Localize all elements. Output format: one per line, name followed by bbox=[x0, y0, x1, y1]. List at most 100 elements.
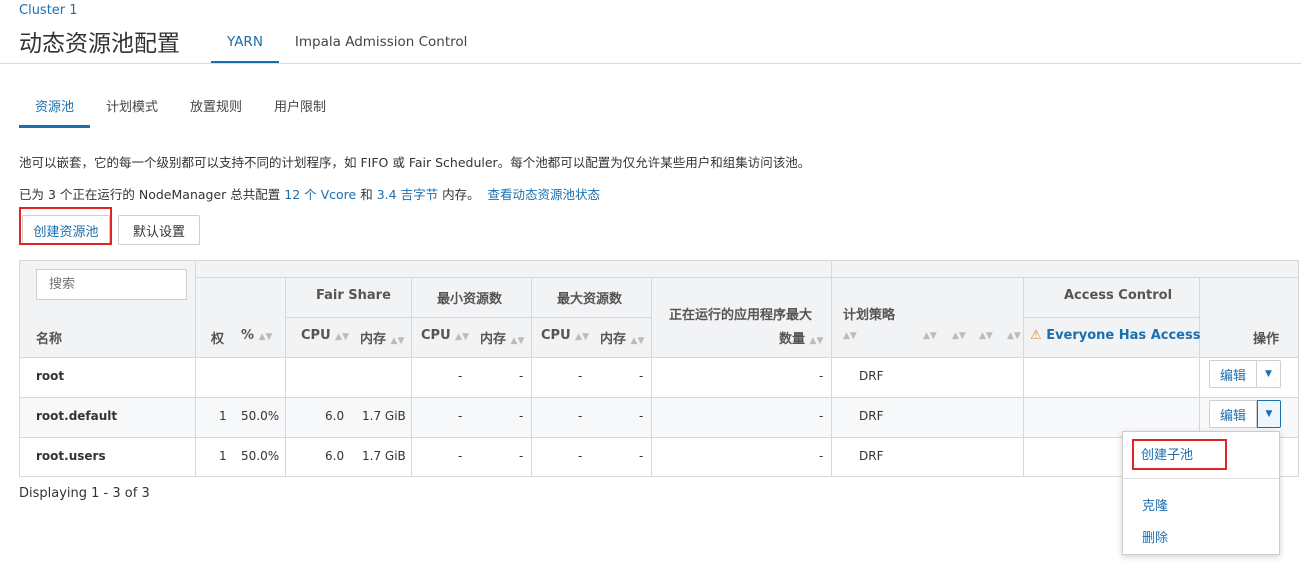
row-default-weight: 1 bbox=[219, 409, 227, 423]
header-max-mem-label: 内存 bbox=[600, 332, 627, 347]
col-line bbox=[411, 277, 412, 477]
summary-and: 和 bbox=[360, 187, 373, 202]
tab-impala-admission-control[interactable]: Impala Admission Control bbox=[279, 28, 483, 64]
header-percent[interactable]: % ▲▼ bbox=[241, 328, 272, 343]
row-users-policy: DRF bbox=[859, 449, 884, 463]
header-min-mem[interactable]: 内存 ▲▼ bbox=[480, 328, 524, 347]
col-line bbox=[531, 277, 532, 477]
memory-link[interactable]: 3.4 吉字节 bbox=[377, 187, 438, 202]
sort-icon[interactable]: ▲▼ bbox=[631, 336, 645, 346]
default-settings-button[interactable]: 默认设置 bbox=[118, 215, 200, 245]
subtab-placement-rules[interactable]: 放置规则 bbox=[174, 92, 258, 128]
tab-yarn[interactable]: YARN bbox=[211, 28, 279, 64]
row-root-max-apps: - bbox=[819, 369, 824, 383]
col-line bbox=[651, 277, 652, 477]
caret-down-icon[interactable]: ▼ bbox=[1257, 400, 1281, 428]
row-root-min-cpu: - bbox=[458, 369, 463, 383]
sub-tabs: 资源池 计划模式 放置规则 用户限制 bbox=[19, 92, 342, 128]
page-title: 动态资源池配置 bbox=[19, 31, 180, 57]
pool-description: 池可以嵌套，它的每一个级别都可以支持不同的计划程序，如 FIFO 或 Fair … bbox=[19, 155, 811, 170]
header-everyone-access[interactable]: ⚠ Everyone Has Access bbox=[1030, 328, 1200, 343]
header-access-control: Access Control bbox=[1064, 288, 1173, 303]
subtab-resource-pools[interactable]: 资源池 bbox=[19, 92, 91, 128]
header-sub-line bbox=[285, 317, 652, 318]
header-bottom-line bbox=[20, 357, 1298, 358]
header-max-resources: 最大资源数 bbox=[557, 292, 623, 307]
row-default-fs-mem: 1.7 GiB bbox=[362, 409, 406, 423]
sort-icon[interactable]: ▲▼ bbox=[259, 332, 273, 342]
header-scheduling-policy: 计划策略 bbox=[843, 308, 896, 323]
header-max-apps-line2[interactable]: 数量 ▲▼ bbox=[779, 328, 823, 347]
top-tabs: YARN Impala Admission Control bbox=[211, 28, 483, 64]
summary-prefix: 已为 3 个正在运行的 NodeManager 总共配置 bbox=[19, 187, 281, 202]
row-bg-root-default bbox=[20, 398, 1298, 438]
row-users-min-cpu: - bbox=[458, 449, 463, 463]
sort-icon[interactable]: ▲▼ bbox=[391, 336, 405, 346]
header-max-cpu-label: CPU bbox=[541, 328, 571, 343]
sort-icon[interactable]: ▲▼ bbox=[511, 336, 525, 346]
header-fs-cpu-label: CPU bbox=[301, 328, 331, 343]
header-name[interactable]: 名称 bbox=[36, 328, 62, 347]
sort-icon[interactable]: ▲▼ bbox=[1007, 331, 1021, 341]
header-fs-cpu[interactable]: CPU ▲▼ bbox=[301, 328, 349, 343]
row-default-policy: DRF bbox=[859, 409, 884, 423]
resource-summary: 已为 3 个正在运行的 NodeManager 总共配置 12 个 Vcore … bbox=[19, 184, 600, 203]
sort-icon[interactable]: ▲▼ bbox=[575, 332, 589, 342]
row-default-max-apps: - bbox=[819, 409, 824, 423]
everyone-access-link[interactable]: Everyone Has Access bbox=[1046, 328, 1200, 343]
vcore-link[interactable]: 12 个 Vcore bbox=[284, 187, 356, 202]
row-default-actions: 编辑 ▼ bbox=[1209, 400, 1281, 428]
sort-icon[interactable]: ▲▼ bbox=[810, 336, 824, 346]
row-users-max-cpu: - bbox=[578, 449, 583, 463]
row-line-2 bbox=[20, 437, 1298, 438]
col-line bbox=[831, 261, 832, 477]
subtab-scheduling-mode[interactable]: 计划模式 bbox=[90, 92, 174, 128]
header-max-running-apps: 正在运行的应用程序最大 bbox=[669, 308, 813, 323]
table-search-input[interactable] bbox=[36, 269, 187, 300]
cluster-breadcrumb-link[interactable]: Cluster 1 bbox=[19, 3, 78, 18]
view-pool-status-link[interactable]: 查看动态资源池状态 bbox=[488, 187, 601, 202]
col-line bbox=[1023, 277, 1024, 477]
sort-icon[interactable]: ▲▼ bbox=[843, 331, 857, 341]
header-fair-share: Fair Share bbox=[316, 288, 391, 303]
header-min-cpu[interactable]: CPU ▲▼ bbox=[421, 328, 469, 343]
sort-icon[interactable]: ▲▼ bbox=[455, 332, 469, 342]
row-root-min-mem: - bbox=[519, 369, 524, 383]
menu-divider bbox=[1123, 478, 1279, 479]
row-default-min-mem: - bbox=[519, 409, 524, 423]
header-min-cpu-label: CPU bbox=[421, 328, 451, 343]
caret-down-icon[interactable]: ▼ bbox=[1257, 360, 1281, 388]
row-users-max-mem: - bbox=[639, 449, 644, 463]
row-users-max-apps: - bbox=[819, 449, 824, 463]
col-line bbox=[285, 277, 286, 477]
header-top-line bbox=[195, 277, 1298, 278]
row-root-max-mem: - bbox=[639, 369, 644, 383]
header-percent-label: % bbox=[241, 328, 255, 343]
header-weight[interactable]: 权 bbox=[211, 328, 224, 347]
row-users-weight: 1 bbox=[219, 449, 227, 463]
edit-button[interactable]: 编辑 bbox=[1209, 400, 1257, 428]
pagination-info: Displaying 1 - 3 of 3 bbox=[19, 486, 150, 501]
sort-icon[interactable]: ▲▼ bbox=[979, 331, 993, 341]
row-users-fs-mem: 1.7 GiB bbox=[362, 449, 406, 463]
sort-icon[interactable]: ▲▼ bbox=[335, 332, 349, 342]
row-root-max-cpu: - bbox=[578, 369, 583, 383]
menu-item-delete[interactable]: 删除 bbox=[1142, 527, 1168, 546]
header-max-mem[interactable]: 内存 ▲▼ bbox=[600, 328, 644, 347]
row-users-fs-cpu: 6.0 bbox=[325, 449, 345, 463]
subtab-user-limits[interactable]: 用户限制 bbox=[258, 92, 342, 128]
sort-icon[interactable]: ▲▼ bbox=[923, 331, 937, 341]
row-root-name[interactable]: root bbox=[36, 369, 64, 383]
sort-icon[interactable]: ▲▼ bbox=[952, 331, 966, 341]
pools-table: Fair Share 最小资源数 最大资源数 正在运行的应用程序最大 Acces… bbox=[19, 260, 1299, 477]
row-users-name[interactable]: root.users bbox=[36, 449, 106, 463]
header-divider bbox=[0, 63, 1301, 64]
row-users-percent: 50.0% bbox=[241, 449, 280, 463]
header-fs-mem[interactable]: 内存 ▲▼ bbox=[360, 328, 404, 347]
row-default-name[interactable]: root.default bbox=[36, 409, 117, 423]
header-min-resources: 最小资源数 bbox=[437, 292, 503, 307]
menu-item-clone[interactable]: 克隆 bbox=[1142, 495, 1168, 514]
header-max-cpu[interactable]: CPU ▲▼ bbox=[541, 328, 589, 343]
edit-button[interactable]: 编辑 bbox=[1209, 360, 1257, 388]
row-users-min-mem: - bbox=[519, 449, 524, 463]
